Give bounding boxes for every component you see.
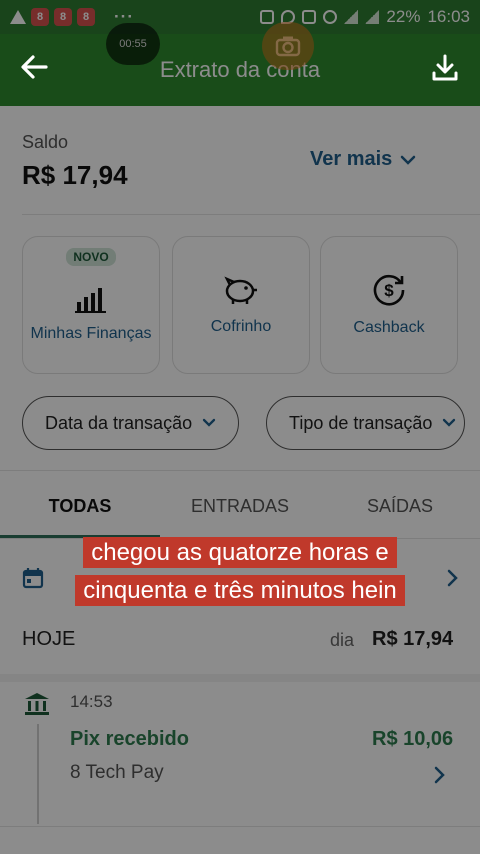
battery-level: 22% — [386, 7, 421, 26]
see-more-button[interactable]: Ver mais — [310, 148, 416, 171]
chevron-right-icon — [447, 569, 458, 587]
notification-badge: 8 — [31, 8, 49, 26]
day-balance-label: dia — [330, 630, 355, 650]
recording-timer[interactable]: 00:55 — [106, 23, 160, 65]
card-label: Minhas Finanças — [30, 325, 152, 343]
bank-icon — [24, 692, 50, 721]
card-label: Cofrinho — [210, 318, 272, 336]
filter-label: Data da transação — [45, 412, 193, 433]
alarm-icon — [323, 10, 338, 24]
download-icon[interactable] — [430, 53, 460, 88]
chevron-down-icon — [202, 418, 216, 427]
new-badge: NOVO — [66, 248, 116, 266]
tab-entradas[interactable]: ENTRADAS — [160, 496, 320, 517]
piggy-bank-icon — [224, 276, 257, 305]
divider — [0, 826, 480, 827]
card-minhas-financas[interactable]: NOVO Minhas Finanças — [22, 236, 160, 374]
filter-date-dropdown[interactable]: Data da transação — [22, 396, 240, 450]
timeline-line — [37, 724, 39, 824]
day-group-label: HOJE — [22, 628, 76, 650]
transaction-title[interactable]: Pix recebido — [70, 728, 189, 751]
chevron-down-icon — [443, 418, 456, 427]
balance-value: R$ 17,94 — [22, 160, 128, 190]
page-title: Extrato da conta — [159, 57, 321, 82]
divider — [22, 214, 480, 215]
day-balance-value: R$ 17,94 — [372, 628, 454, 650]
warning-icon — [10, 10, 26, 24]
signal-icon — [365, 10, 380, 24]
see-more-label: Ver mais — [310, 148, 393, 170]
balance-label: Saldo — [22, 132, 69, 152]
tab-saidas[interactable]: SAÍDAS — [320, 496, 480, 517]
cast-icon — [260, 10, 275, 24]
chevron-right-icon[interactable] — [433, 766, 445, 789]
clock: 16:03 — [427, 7, 470, 26]
filter-type-dropdown[interactable]: Tipo de transação — [266, 396, 466, 450]
transaction-counterparty: 8 Tech Pay — [70, 762, 164, 783]
screenshot-camera-icon[interactable] — [262, 22, 314, 70]
calendar-icon — [22, 568, 44, 589]
card-cashback[interactable]: $ Cashback — [320, 236, 458, 374]
video-caption: chegou as quatorze horas e cinquenta e t… — [60, 534, 420, 610]
wifi-icon — [344, 10, 359, 24]
mute-icon — [302, 10, 317, 24]
notification-badge: 8 — [77, 8, 95, 26]
tab-todas[interactable]: TODAS — [0, 496, 160, 517]
filter-label: Tipo de transação — [289, 412, 433, 433]
divider — [0, 470, 480, 471]
transaction-amount: R$ 10,06 — [372, 728, 454, 750]
tab-bar: TODAS ENTRADAS SAÍDAS — [0, 474, 480, 538]
statement-content: Saldo R$ 17,94 Ver mais NOVO Minhas Fina… — [0, 106, 480, 854]
card-label: Cashback — [353, 319, 425, 337]
cashback-icon: $ — [373, 275, 405, 306]
notification-badge: 8 — [54, 8, 72, 26]
transaction-time: 14:53 — [70, 692, 113, 711]
card-cofrinho[interactable]: Cofrinho — [172, 236, 310, 374]
status-bar: 8 8 8 ··· 22% 16:03 — [0, 0, 480, 34]
bar-chart-icon — [75, 288, 106, 314]
back-arrow-icon[interactable] — [20, 54, 48, 86]
chevron-down-icon — [401, 155, 416, 165]
caption-text: chegou as quatorze horas e cinquenta e t… — [75, 537, 405, 606]
section-separator — [0, 674, 480, 682]
svg-text:$: $ — [384, 281, 394, 300]
app-bar: Extrato da conta — [0, 34, 480, 106]
